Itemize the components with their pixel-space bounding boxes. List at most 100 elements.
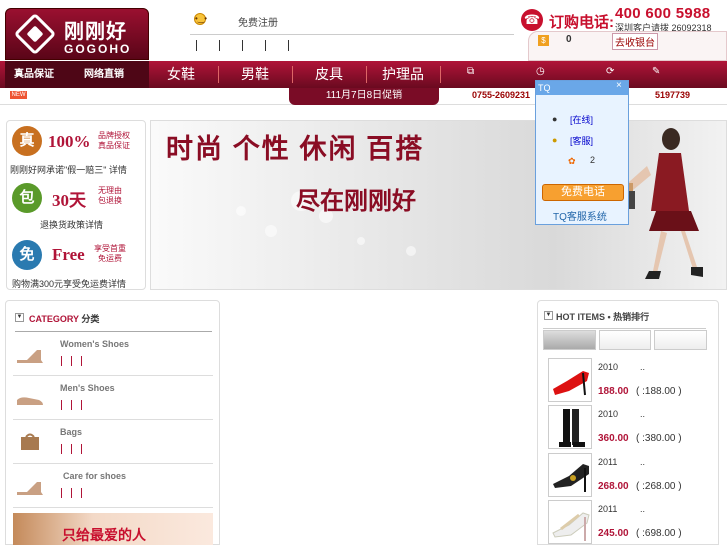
category-title: CATEGORY 分类	[29, 314, 100, 324]
hot-item[interactable]: 2011 .. 268.00 ( :268.00 )	[548, 453, 708, 499]
promo-link-genuine[interactable]: 刚刚好网承诺"假一赔三" 详情	[10, 163, 127, 176]
smiley-icon: •‿•	[194, 13, 208, 25]
promo-link-return[interactable]: 退换货政策详情	[40, 218, 103, 231]
top-links	[196, 40, 289, 51]
hot-tab[interactable]	[598, 330, 652, 350]
nav-care[interactable]: 护理品	[378, 61, 428, 88]
tq-count: 2	[590, 155, 596, 165]
category-name: Women's Shoes	[60, 339, 129, 349]
chevron-down-icon[interactable]: ▼	[544, 311, 553, 320]
tq-service-link[interactable]: [客服]	[570, 134, 593, 147]
logo-en: GOGOHO	[64, 42, 132, 56]
hot-item[interactable]: 2010 .. 188.00 ( :188.00 )	[548, 358, 708, 404]
category-item-bags[interactable]: Bags	[13, 420, 213, 464]
category-item-men[interactable]: Men's Shoes	[13, 376, 213, 420]
hot-item[interactable]: 2011 .. 245.00 ( :698.00 )	[548, 500, 708, 546]
chevron-down-icon[interactable]: ▼	[15, 313, 24, 322]
tq-call-button[interactable]: 免费电话	[542, 184, 624, 201]
promo-100: 100%	[48, 132, 91, 151]
tq-widget	[535, 80, 629, 225]
tq-online-link[interactable]: [在线]	[570, 113, 593, 126]
product-thumb[interactable]	[548, 500, 592, 544]
nav-direct[interactable]: 网络直销	[84, 61, 124, 88]
hot-tabs	[543, 330, 708, 350]
product-orig-price: ( :380.00 )	[636, 433, 682, 444]
product-thumb[interactable]	[548, 405, 592, 449]
cart-count: 0	[566, 34, 572, 45]
sub-links	[61, 488, 82, 498]
gift-text: 只给最爱的人	[62, 529, 146, 544]
category-item-women[interactable]: Women's Shoes	[13, 332, 213, 376]
free-badge: 免	[12, 240, 42, 270]
promo-note: 享受首重 免运费	[94, 244, 126, 263]
promo-link-free[interactable]: 购物满300元享受免运费详情	[12, 277, 126, 290]
tq-header: TQ	[536, 81, 628, 95]
nav-leather[interactable]: 皮具	[304, 61, 354, 88]
nav-wrench-icon[interactable]: ✎	[652, 66, 660, 77]
product-year: 2011	[598, 457, 618, 467]
product-price: 268.00	[598, 481, 629, 492]
product-name[interactable]: ..	[640, 457, 645, 467]
heel-icon	[17, 350, 43, 363]
tq-user-icon: ●	[552, 114, 558, 124]
order-label: 订购电话:	[549, 14, 614, 31]
sub-links	[61, 400, 82, 410]
product-thumb[interactable]	[548, 358, 592, 402]
nav-men[interactable]: 男鞋	[230, 61, 280, 88]
product-price: 188.00	[598, 386, 629, 397]
nav-separator	[292, 66, 293, 83]
hot-tab[interactable]	[654, 330, 708, 350]
promo-note: 无理由 包退换	[98, 186, 122, 205]
category-name: Care for shoes	[63, 471, 127, 481]
promo-free: Free	[52, 245, 85, 264]
promo-tab[interactable]: 111月7日8日促销	[289, 88, 439, 105]
product-orig-price: ( :698.00 )	[636, 528, 682, 539]
category-item-care[interactable]: Care for shoes	[13, 464, 213, 508]
nav-refresh-icon[interactable]: ⟳	[606, 66, 614, 77]
separator	[288, 40, 289, 51]
nav-window-icon[interactable]: ⧉	[467, 66, 474, 77]
shoe-icon	[17, 397, 43, 405]
heel-icon	[17, 482, 43, 495]
sub-links	[61, 444, 82, 454]
product-year: 2011	[598, 504, 618, 514]
nav-women[interactable]: 女鞋	[156, 61, 206, 88]
bag-icon	[21, 433, 39, 450]
nav-separator	[440, 66, 441, 83]
order-phone: 400 600 5988	[615, 5, 711, 22]
separator	[219, 40, 220, 51]
hotline-2: 5197739	[655, 90, 691, 100]
product-orig-price: ( :188.00 )	[636, 386, 682, 397]
phone-icon: ☎	[521, 9, 543, 31]
checkout-button[interactable]: 去收银台	[612, 33, 658, 50]
product-name[interactable]: ..	[640, 409, 645, 419]
product-year: 2010	[598, 409, 619, 419]
product-name[interactable]: ..	[640, 504, 645, 514]
category-name: Bags	[60, 427, 83, 437]
register-link[interactable]: 免费注册	[238, 14, 278, 29]
sub-links	[61, 356, 82, 366]
banner-title: 时尚 个性 休闲 百搭	[166, 134, 425, 164]
hot-item[interactable]: 2010 .. 360.00 ( :380.00 )	[548, 405, 708, 451]
category-name: Men's Shoes	[60, 383, 115, 393]
hot-title: HOT ITEMS • 热销排行	[556, 312, 650, 322]
nav-guarantee[interactable]: 真品保证	[14, 61, 54, 88]
promo-30days: 30天	[52, 191, 86, 210]
return-badge: 包	[12, 183, 42, 213]
product-year: 2010	[598, 362, 619, 372]
tq-user-icon: ●	[552, 135, 558, 145]
genuine-badge: 真	[12, 126, 42, 156]
nav-separator	[218, 66, 219, 83]
product-name[interactable]: ..	[640, 362, 645, 372]
nav-clock-icon[interactable]: ◷	[536, 66, 545, 77]
separator	[196, 40, 197, 51]
logo[interactable]: 刚刚好 GOGOHO	[5, 8, 149, 60]
product-thumb[interactable]	[548, 453, 592, 497]
banner-subtitle: 尽在刚刚好	[296, 189, 416, 215]
separator	[242, 40, 243, 51]
product-price: 360.00	[598, 433, 629, 444]
cart-icon[interactable]: $	[538, 35, 549, 46]
hot-tab[interactable]	[543, 330, 596, 350]
tq-close-icon[interactable]: ×	[616, 80, 622, 91]
tq-footer[interactable]: TQ客服系统	[553, 208, 607, 223]
